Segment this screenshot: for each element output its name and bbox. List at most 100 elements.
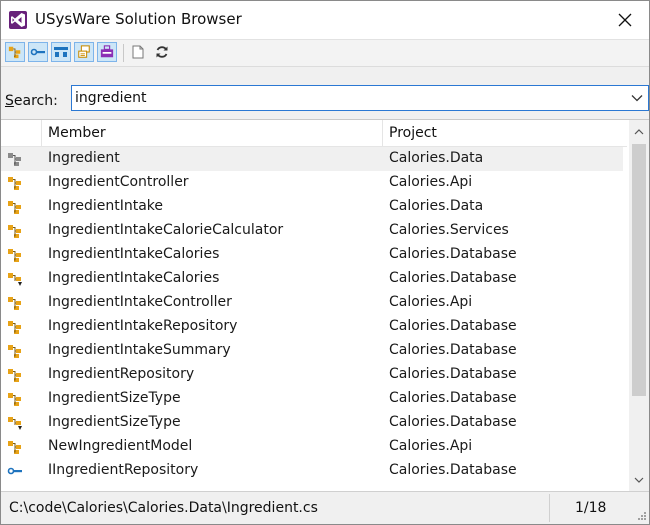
class-icon (7, 175, 23, 191)
table-row[interactable]: IngredientIntakeCalorieCalculator Calorie… (1, 219, 623, 243)
class-icon (7, 367, 23, 383)
member-cell: IngredientIntakeController (48, 294, 232, 310)
chevron-up-icon (634, 129, 644, 135)
member-cell: IIngredientRepository (48, 462, 199, 478)
class-icon (7, 439, 23, 455)
member-cell: IngredientSizeType (48, 390, 181, 406)
chevron-down-icon (634, 477, 644, 483)
chevron-down-icon (631, 95, 643, 102)
search-input[interactable] (75, 88, 615, 108)
interface-icon (7, 463, 23, 479)
member-cell: IngredientSizeType (48, 414, 181, 430)
struct-filter-button[interactable] (51, 42, 71, 62)
project-cell: Calories.Data (389, 198, 484, 214)
result-rows: Ingredient Calories.Data IngredientControl… (1, 147, 627, 483)
window-title: USysWare Solution Browser (35, 10, 242, 28)
class-icon (7, 343, 23, 359)
toolbar-separator (123, 44, 124, 62)
table-row[interactable]: IngredientIntakeRepository Calories.Datab… (1, 315, 623, 339)
scroll-down-button[interactable] (629, 470, 649, 490)
project-cell: Calories.Data (389, 150, 484, 166)
file-filter-button[interactable] (128, 42, 148, 62)
visual-studio-icon (9, 11, 27, 29)
class-icon (7, 199, 23, 215)
resize-grip-icon[interactable] (635, 511, 647, 523)
struct-icon (54, 47, 68, 57)
member-cell: NewIngredientModel (48, 438, 193, 454)
project-cell: Calories.Database (389, 462, 517, 478)
member-cell: Ingredient (48, 150, 120, 166)
file-icon (132, 45, 144, 59)
project-cell: Calories.Api (389, 294, 473, 310)
toolbar (1, 39, 649, 67)
title-bar[interactable]: USysWare Solution Browser (1, 1, 649, 39)
delegate-icon (100, 45, 114, 58)
project-cell: Calories.Api (389, 438, 473, 454)
icon-column-header[interactable] (1, 120, 42, 146)
table-row[interactable]: IngredientController Calories.Api (1, 171, 623, 195)
refresh-icon (156, 46, 168, 58)
grid-header: Member Project (1, 120, 627, 147)
scroll-up-button[interactable] (629, 122, 649, 142)
enum-filter-button[interactable] (74, 42, 94, 62)
search-label: Search: (5, 93, 58, 109)
class-icon (7, 319, 23, 335)
project-column-header[interactable]: Project (383, 120, 627, 146)
project-cell: Calories.Database (389, 390, 517, 406)
member-cell: IngredientController (48, 174, 189, 190)
solution-browser-window: USysWare Solution Browser Search: ingred… (0, 0, 650, 525)
member-cell: IngredientIntakeCalorieCalculator (48, 222, 284, 238)
project-cell: Calories.Database (389, 366, 517, 382)
project-cell: Calories.Api (389, 174, 473, 190)
class-icon (8, 46, 21, 59)
class-sealed-icon (7, 415, 23, 431)
results-grid: Member Project Ingredient Calories.Data In… (1, 119, 649, 492)
class-icon (7, 295, 23, 311)
table-row[interactable]: IngredientRepository Calories.Database (1, 363, 623, 387)
member-cell: IngredientIntakeSummary (48, 342, 231, 358)
class-icon (7, 391, 23, 407)
member-cell: IngredientIntakeCalories (48, 246, 220, 262)
status-result-count: 1/18 (575, 500, 607, 516)
delegate-filter-button[interactable] (97, 42, 117, 62)
status-separator (549, 494, 550, 522)
table-row[interactable]: NewIngredientModel Calories.Api (1, 435, 623, 459)
project-cell: Calories.Database (389, 246, 517, 262)
table-row[interactable]: IngredientSizeType Calories.Database (1, 387, 623, 411)
table-row[interactable]: IngredientIntakeController Calories.Api (1, 291, 623, 315)
table-row[interactable]: IngredientIntakeSummary Calories.Database (1, 339, 623, 363)
search-dropdown-button[interactable] (628, 88, 646, 108)
member-cell: IngredientIntakeCalories (48, 270, 220, 286)
close-icon (618, 13, 632, 27)
project-cell: Calories.Database (389, 414, 517, 430)
status-bar: C:\code\Calories\Calories.Data\Ingredien… (1, 491, 649, 524)
table-row[interactable]: IngredientSizeType Calories.Database (1, 411, 623, 435)
vertical-scrollbar[interactable] (629, 120, 649, 492)
scroll-thumb[interactable] (632, 144, 646, 396)
class-icon-gray (7, 151, 23, 167)
search-combobox[interactable] (71, 85, 649, 111)
status-file-path: C:\code\Calories\Calories.Data\Ingredien… (9, 500, 318, 516)
table-row[interactable]: IngredientIntakeCalories Calories.Databas… (1, 243, 623, 267)
member-cell: IngredientRepository (48, 366, 195, 382)
table-row[interactable]: IIngredientRepository Calories.Database (1, 459, 623, 483)
member-cell: IngredientIntake (48, 198, 163, 214)
class-icon (7, 247, 23, 263)
close-button[interactable] (605, 3, 645, 37)
interface-icon (30, 48, 45, 56)
refresh-button[interactable] (152, 42, 172, 62)
search-row: Search: (1, 66, 649, 119)
class-sealed-icon (7, 271, 23, 287)
member-column-header[interactable]: Member (42, 120, 383, 146)
table-row[interactable]: IngredientIntakeCalories Calories.Databas… (1, 267, 623, 291)
member-cell: IngredientIntakeRepository (48, 318, 238, 334)
enum-icon (78, 45, 90, 58)
project-cell: Calories.Database (389, 270, 517, 286)
class-filter-button[interactable] (5, 42, 25, 62)
interface-filter-button[interactable] (28, 42, 48, 62)
table-row[interactable]: IngredientIntake Calories.Data (1, 195, 623, 219)
project-cell: Calories.Database (389, 342, 517, 358)
project-cell: Calories.Database (389, 318, 517, 334)
table-row[interactable]: Ingredient Calories.Data (1, 147, 623, 171)
project-cell: Calories.Services (389, 222, 509, 238)
